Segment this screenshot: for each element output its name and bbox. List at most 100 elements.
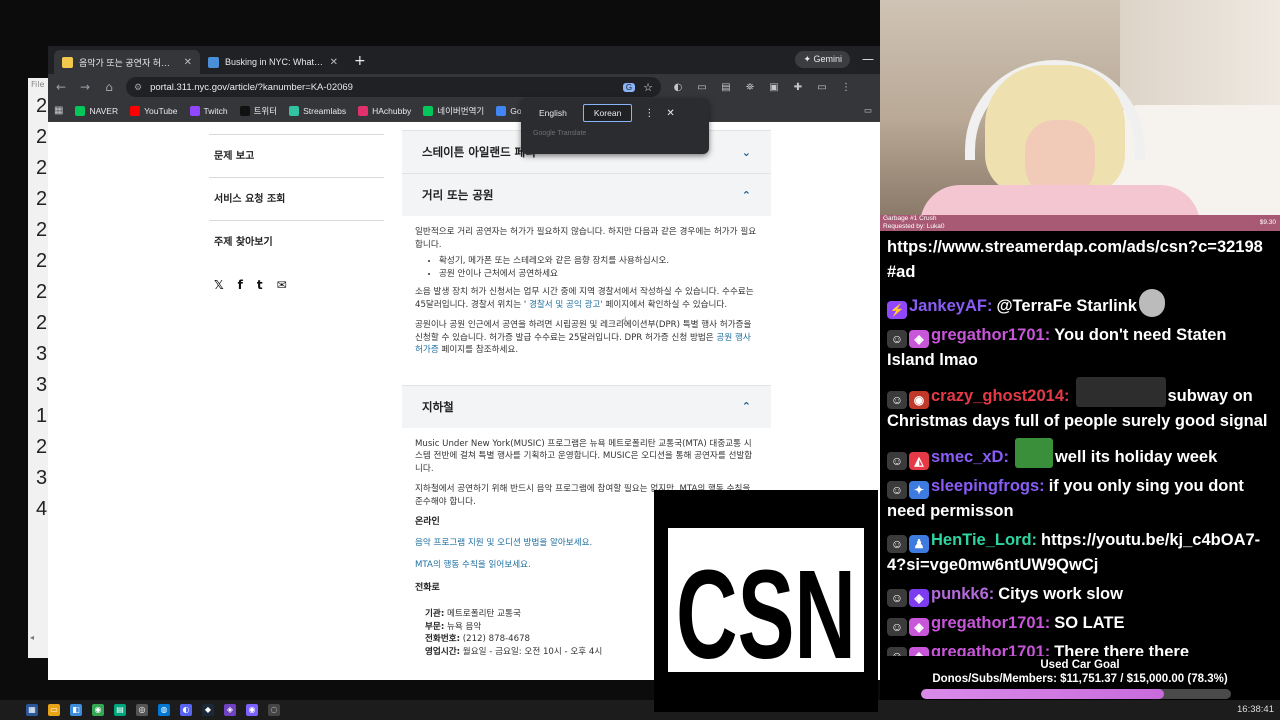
police-precinct-link[interactable]: 경찰서 및 공익 광고': [529, 300, 603, 310]
extension-icon[interactable]: ▭: [815, 82, 829, 93]
extension-icon[interactable]: ▭: [695, 82, 709, 93]
bookmark-favicon-icon: [423, 105, 434, 116]
taskbar-app-icon[interactable]: ◉: [246, 704, 258, 716]
twitter-icon[interactable]: 𝕏: [214, 278, 224, 292]
more-options-icon[interactable]: ⋮: [644, 108, 654, 119]
minimize-icon[interactable]: —: [862, 52, 874, 66]
bookmark-item[interactable]: YouTube: [130, 105, 178, 117]
sidenav-item[interactable]: 서비스 요청 조회: [209, 178, 384, 221]
bookmark-label: YouTube: [144, 105, 178, 116]
chat-badge-icon: ☺: [887, 481, 907, 499]
tab-close-icon[interactable]: ✕: [330, 57, 338, 68]
chat-badge-icon: ♟: [909, 535, 929, 553]
extension-icon[interactable]: ⛯: [743, 82, 757, 93]
bookmark-item[interactable]: 네이버번역기: [423, 105, 484, 117]
browser-tab[interactable]: 음악가 또는 공연자 허가증 · NYC 311 ✕: [54, 50, 200, 74]
song-request-bar: Garbage #1 Crush Requested by: Luka0 $9.3…: [880, 215, 1280, 231]
tab-close-icon[interactable]: ✕: [184, 57, 192, 68]
chat-username[interactable]: crazy_ghost2014:: [931, 387, 1070, 405]
sidenav-item[interactable]: 주제 찾아보기: [209, 221, 384, 264]
chevron-down-icon[interactable]: ⌄: [742, 146, 751, 159]
bullet-list: 확성기, 메가폰 또는 스테레오와 같은 음향 장치를 사용하십시오. 공원 안…: [439, 255, 758, 280]
new-tab-button[interactable]: +: [346, 53, 374, 74]
bookmark-item[interactable]: 트위터: [239, 105, 277, 117]
english-option[interactable]: English: [529, 105, 577, 121]
taskbar-app-icon[interactable]: ◐: [180, 704, 192, 716]
bookmark-item[interactable]: Streamlabs: [289, 105, 346, 117]
chat-badge-icon: ◈: [909, 618, 929, 636]
extension-icon[interactable]: ◐: [671, 82, 685, 93]
close-icon[interactable]: ✕: [666, 108, 674, 119]
paragraph: 공원이나 공원 인근에서 공연을 하려면 시립공원 및 레크리에이션부(DPR)…: [415, 319, 758, 357]
mouse-cursor-icon: ☝: [621, 316, 628, 327]
extension-icon[interactable]: ▤: [719, 82, 733, 93]
gemini-button[interactable]: ✦ Gemini: [795, 51, 850, 68]
forward-icon[interactable]: →: [78, 80, 92, 94]
sidenav-item[interactable]: 문제 보고: [209, 135, 384, 178]
chat-message: ☺ ◈ gregathor1701: You don't need Staten Is…: [887, 323, 1274, 373]
chat-text: well its holiday week: [1054, 448, 1218, 466]
extension-icon[interactable]: ✚: [791, 82, 805, 93]
chat-username[interactable]: gregathor1701:: [931, 614, 1050, 632]
extension-icon[interactable]: ▣: [767, 82, 781, 93]
bookmark-favicon-icon: [496, 105, 507, 116]
apps-icon[interactable]: ▦: [54, 105, 63, 116]
back-icon[interactable]: ←: [54, 80, 68, 94]
extension-icon[interactable]: ⋮: [839, 82, 853, 93]
taskbar-app-icon[interactable]: ▤: [114, 704, 126, 716]
chevron-up-icon[interactable]: ⌃: [742, 400, 751, 413]
label: 영업시간:: [425, 646, 461, 657]
value: 뉴욕 음악: [444, 621, 482, 632]
email-icon[interactable]: ✉: [277, 278, 287, 292]
translate-icon[interactable]: G: [622, 82, 636, 92]
chevron-up-icon[interactable]: ⌃: [742, 189, 751, 202]
taskbar-app-icon[interactable]: ◎: [136, 704, 148, 716]
scroll-left-icon[interactable]: ◂: [30, 633, 34, 642]
taskbar-app-icon[interactable]: ▭: [48, 704, 60, 716]
address-bar[interactable]: ⚙ portal.311.nyc.gov/article/?kanumber=K…: [126, 77, 661, 97]
taskbar-app-icon[interactable]: ▦: [26, 704, 38, 716]
emote-icon: [1138, 289, 1165, 317]
chat-username[interactable]: gregathor1701:: [931, 326, 1050, 344]
taskbar-app-icon[interactable]: ◆: [202, 704, 214, 716]
paragraph: Music Under New York(MUSIC) 프로그램은 뉴욕 메트로…: [415, 438, 753, 474]
chat-badge-icon: ◉: [909, 391, 929, 409]
goal-widget: Used Car Goal Donos/Subs/Members: $11,75…: [880, 656, 1280, 700]
accordion-body-street: 일반적으로 거리 공연자는 허가가 필요하지 않습니다. 하지만 다음과 같은 …: [402, 216, 771, 373]
accordion-title: 거리 또는 공원: [422, 188, 494, 202]
bookmark-item[interactable]: NAVER: [75, 105, 118, 117]
taskbar-app-icon[interactable]: ◧: [70, 704, 82, 716]
bookmark-star-icon[interactable]: ☆: [643, 81, 653, 94]
all-bookmarks-folder-icon[interactable]: ▭: [864, 105, 872, 116]
taskbar-app-icon[interactable]: ◍: [158, 704, 170, 716]
chat-badge-icon: ☺: [887, 330, 907, 348]
taskbar-app-icon[interactable]: ◉: [92, 704, 104, 716]
bookmark-item[interactable]: HAchubby: [358, 105, 411, 117]
song-title: Garbage #1 Crush Requested by: Luka0: [883, 215, 945, 230]
chat-username[interactable]: sleepingfrogs:: [931, 477, 1045, 495]
home-icon[interactable]: ⌂: [102, 80, 116, 94]
chat-panel: https://www.streamerdap.com/ads/csn?c=32…: [880, 231, 1280, 665]
tumblr-icon[interactable]: t: [257, 278, 263, 292]
chat-username[interactable]: JankeyAF:: [909, 297, 992, 315]
url-text[interactable]: portal.311.nyc.gov/article/?kanumber=KA-…: [150, 82, 615, 93]
bookmark-item[interactable]: Twitch: [189, 105, 228, 117]
taskbar-app-icon[interactable]: ◈: [224, 704, 236, 716]
chat-message: ☺ ◉ crazy_ghost2014: subway on Christmas da…: [887, 377, 1274, 434]
chat-badge-icon: ☺: [887, 589, 907, 607]
accordion-subway[interactable]: 지하철 ⌃: [402, 384, 771, 428]
site-info-icon[interactable]: ⚙: [134, 82, 142, 93]
facebook-icon[interactable]: f: [238, 278, 243, 292]
webcam-feed: [880, 0, 1280, 215]
chat-username[interactable]: punkk6:: [931, 585, 994, 603]
korean-option[interactable]: Korean: [582, 104, 633, 122]
chat-username[interactable]: smec_xD:: [931, 448, 1009, 466]
chat-message: ☺ ◭ smec_xD: well its holiday week: [887, 438, 1274, 470]
chat-text: Citys work slow: [998, 585, 1123, 603]
taskbar-app-icon[interactable]: ◌: [268, 704, 280, 716]
browser-tab[interactable]: Busking in NYC: What Is Legal? ✕: [200, 50, 346, 74]
social-links: 𝕏 f t ✉: [209, 264, 384, 292]
chat-username[interactable]: HenTie_Lord:: [931, 531, 1037, 549]
accordion-street-or-park[interactable]: 거리 또는 공원 ⌃: [402, 173, 771, 216]
ad-message[interactable]: https://www.streamerdap.com/ads/csn?c=32…: [887, 235, 1274, 285]
